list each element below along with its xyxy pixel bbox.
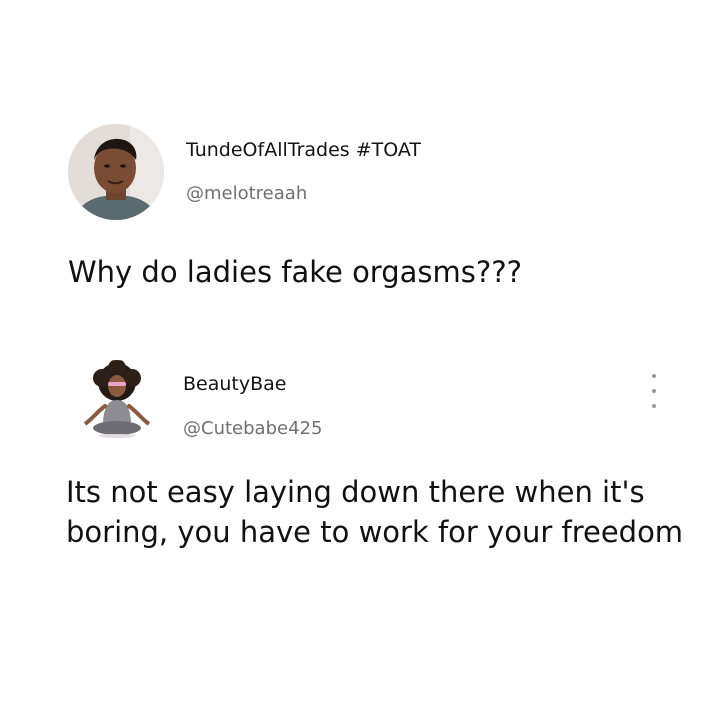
- more-vertical-icon[interactable]: [647, 374, 661, 408]
- tweet-reply[interactable]: BeautyBae @Cutebabe425 Its not easy layi…: [0, 330, 720, 720]
- tweet-original[interactable]: TundeOfAllTrades #TOAT @melotreaah Why d…: [0, 0, 720, 330]
- menu-dot: [652, 404, 656, 408]
- meditating-woman-avatar-icon: [77, 360, 157, 440]
- menu-dot: [652, 374, 656, 378]
- tweet-text: Why do ladies fake orgasms???: [68, 255, 523, 289]
- display-name[interactable]: TundeOfAllTrades #TOAT: [186, 139, 421, 161]
- tweet-text: Its not easy laying down there when it's…: [66, 475, 684, 549]
- user-avatar-icon[interactable]: [77, 360, 157, 440]
- user-handle[interactable]: @melotreaah: [186, 183, 307, 204]
- person-photo-avatar-icon: [68, 124, 164, 220]
- user-avatar-icon[interactable]: [68, 124, 164, 220]
- user-handle[interactable]: @Cutebabe425: [183, 418, 322, 439]
- menu-dot: [652, 389, 656, 393]
- display-name[interactable]: BeautyBae: [183, 373, 286, 395]
